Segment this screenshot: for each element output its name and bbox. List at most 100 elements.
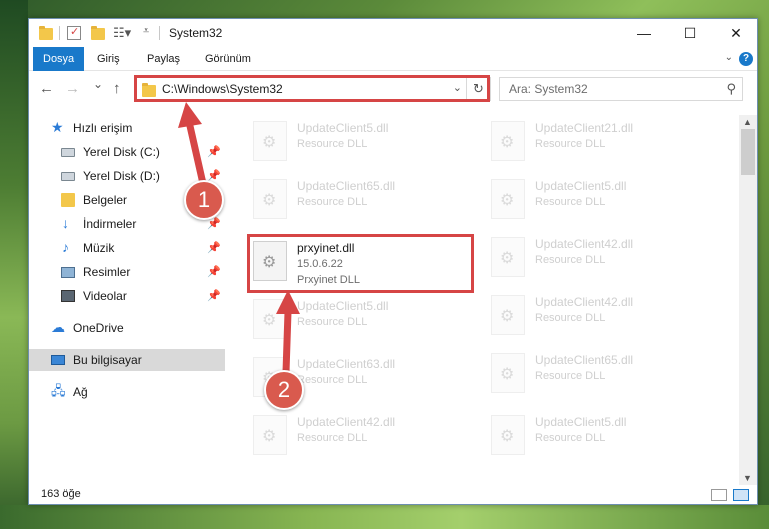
details-view-icon[interactable] (711, 489, 727, 501)
file-name: UpdateClient63.dll (297, 357, 396, 371)
sidebar-item-pictures[interactable]: Resimler 📌 (29, 261, 225, 283)
recent-locations-button[interactable]: ⌄ (93, 77, 103, 91)
file-description: Resource DLL (535, 196, 606, 208)
sidebar-item-label: Yerel Disk (D:) (83, 169, 160, 183)
sidebar-item-local-disk-c[interactable]: Yerel Disk (C:) 📌 (29, 141, 225, 163)
dll-file-icon (491, 295, 525, 335)
dll-file-icon (253, 179, 287, 219)
folder-icon (142, 83, 156, 97)
list-item[interactable]: UpdateClient42.dll Resource DLL (487, 233, 717, 283)
pin-icon: 📌 (207, 266, 221, 278)
list-item[interactable]: UpdateClient5.dll Resource DLL (487, 411, 717, 461)
list-item[interactable]: UpdateClient5.dll Resource DLL (487, 175, 717, 225)
address-path: C:\Windows\System32 (162, 82, 283, 96)
up-button[interactable]: ↑ (113, 80, 121, 97)
file-description: Resource DLL (535, 370, 606, 382)
list-item[interactable]: UpdateClient5.dll Resource DLL (249, 295, 479, 345)
star-icon: ★ (51, 119, 64, 135)
desktop-background-bottom (0, 505, 769, 529)
search-input[interactable]: Ara: System32 (509, 82, 588, 96)
file-name: UpdateClient42.dll (535, 295, 634, 309)
status-bar: 163 öğe (29, 485, 757, 504)
scroll-down-icon[interactable]: ▼ (743, 473, 752, 483)
list-item[interactable]: UpdateClient21.dll Resource DLL (487, 117, 717, 167)
list-item[interactable]: UpdateClient5.dll Resource DLL (249, 117, 479, 167)
list-item[interactable]: UpdateClient65.dll Resource DLL (487, 349, 717, 399)
title-bar: ✓ ☷▾ ⩡ System32 — ☐ ✕ (29, 19, 757, 47)
large-icons-view-icon[interactable] (733, 489, 749, 501)
back-button[interactable]: ← (39, 80, 54, 97)
vertical-scrollbar[interactable]: ▲ ▼ (739, 115, 757, 485)
help-button[interactable]: ? (739, 52, 753, 66)
computer-icon (51, 355, 65, 365)
dll-file-icon (253, 121, 287, 161)
search-icon[interactable]: ⚲ (726, 81, 736, 97)
file-name: UpdateClient5.dll (297, 121, 389, 135)
file-name: UpdateClient21.dll (535, 121, 634, 135)
file-description: Resource DLL (297, 138, 368, 150)
sidebar-item-onedrive[interactable]: ☁ OneDrive (29, 317, 225, 339)
sidebar-item-this-pc[interactable]: Bu bilgisayar (29, 349, 225, 371)
file-description: Resource DLL (297, 316, 368, 328)
list-item-prxyinet[interactable]: prxyinet.dll 15.0.6.22 Prxyinet DLL (249, 237, 479, 287)
minimize-button[interactable]: — (621, 19, 667, 47)
file-name: UpdateClient5.dll (535, 415, 627, 429)
customize-toolbar-icon[interactable]: ⩡ (143, 25, 149, 41)
file-name: UpdateClient42.dll (535, 237, 634, 251)
file-name: UpdateClient65.dll (535, 353, 634, 367)
file-name: UpdateClient5.dll (297, 299, 389, 313)
sidebar-item-label: Bu bilgisayar (73, 353, 142, 367)
sidebar-item-music[interactable]: ♪ Müzik 📌 (29, 237, 225, 259)
file-name: UpdateClient65.dll (297, 179, 396, 193)
file-description: Resource DLL (535, 254, 606, 266)
list-item[interactable]: UpdateClient65.dll Resource DLL (249, 175, 479, 225)
separator (159, 26, 160, 40)
file-description: Resource DLL (297, 432, 368, 444)
network-icon: 🖧 (51, 383, 66, 398)
sidebar-item-label: OneDrive (73, 321, 124, 335)
sidebar-item-label: Müzik (83, 241, 115, 255)
tab-home[interactable]: Giriş (87, 47, 130, 71)
sidebar-item-label: İndirmeler (83, 217, 137, 231)
maximize-button[interactable]: ☐ (667, 19, 713, 47)
ribbon-tabs: Dosya Giriş Paylaş Görünüm ⌄ ? (29, 47, 757, 71)
view-options-icon[interactable]: ☷▾ (113, 25, 131, 41)
folder-icon (39, 26, 53, 40)
sidebar-item-label: Videolar (83, 289, 127, 303)
list-item[interactable]: UpdateClient42.dll Resource DLL (249, 411, 479, 461)
collapse-ribbon-icon[interactable]: ⌄ (725, 52, 733, 63)
dll-file-icon (253, 415, 287, 455)
refresh-button[interactable]: ↻ (466, 78, 490, 100)
step-badge-2: 2 (264, 370, 304, 410)
tab-file[interactable]: Dosya (33, 47, 85, 71)
disk-icon (61, 172, 75, 181)
address-bar[interactable]: C:\Windows\System32 ⌄ ↻ (135, 77, 491, 101)
list-item[interactable]: UpdateClient42.dll Resource DLL (487, 291, 717, 341)
address-dropdown-icon[interactable]: ⌄ (453, 81, 462, 94)
tab-share[interactable]: Paylaş (137, 47, 190, 71)
dll-file-icon (253, 299, 287, 339)
file-list: UpdateClient5.dll Resource DLL UpdateCli… (225, 115, 739, 485)
properties-icon[interactable]: ✓ (67, 26, 81, 40)
tab-view[interactable]: Görünüm (195, 47, 261, 71)
sidebar-item-videos[interactable]: Videolar 📌 (29, 285, 225, 307)
dll-file-icon (491, 415, 525, 455)
search-box[interactable]: Ara: System32 ⚲ (499, 77, 743, 101)
dll-file-icon (491, 237, 525, 277)
download-icon: ↓ (62, 215, 69, 231)
cloud-icon: ☁ (51, 319, 65, 335)
checkmark-icon: ✓ (70, 26, 80, 38)
sidebar-item-quick-access[interactable]: ★ Hızlı erişim (29, 117, 225, 139)
scroll-up-icon[interactable]: ▲ (743, 117, 752, 127)
new-folder-icon[interactable] (91, 26, 105, 40)
scroll-thumb[interactable] (741, 129, 755, 175)
file-description: Resource DLL (297, 196, 368, 208)
file-description: Resource DLL (297, 374, 368, 386)
pin-icon: 📌 (207, 146, 221, 158)
file-version: 15.0.6.22 (297, 258, 343, 270)
file-name: UpdateClient5.dll (535, 179, 627, 193)
sidebar-item-network[interactable]: 🖧 Ağ (29, 381, 225, 403)
disk-icon (61, 148, 75, 157)
close-button[interactable]: ✕ (713, 19, 757, 47)
forward-button[interactable]: → (65, 80, 80, 97)
